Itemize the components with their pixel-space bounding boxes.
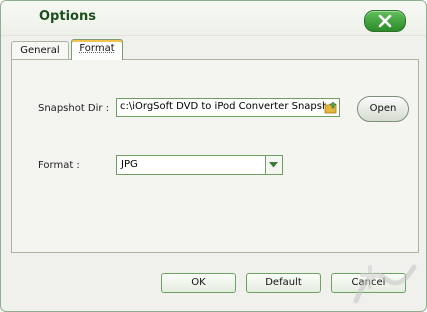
close-icon: [378, 14, 392, 28]
close-button[interactable]: [364, 10, 406, 32]
snapshot-dir-input[interactable]: c:\iOrgSoft DVD to iPod Converter Snapsh…: [116, 98, 340, 117]
tab-format-label: Format: [79, 43, 115, 54]
open-button[interactable]: Open: [357, 96, 409, 122]
tab-general-label: General: [20, 45, 60, 56]
title-bar[interactable]: Options: [1, 1, 426, 36]
format-dropdown-button[interactable]: [265, 156, 282, 174]
tab-format[interactable]: Format: [71, 39, 123, 60]
dialog-title: Options: [39, 9, 96, 24]
default-button[interactable]: Default: [246, 273, 321, 293]
format-selected-value: JPG: [121, 159, 138, 170]
snapshot-dir-label: Snapshot Dir :: [38, 103, 110, 114]
folder-icon[interactable]: [324, 101, 338, 115]
watermark-logo: [353, 264, 417, 304]
format-label: Format :: [38, 160, 80, 171]
tab-general[interactable]: General: [11, 41, 69, 59]
ok-button[interactable]: OK: [161, 273, 236, 293]
snapshot-dir-value: c:\iOrgSoft DVD to iPod Converter Snapsh…: [120, 101, 326, 112]
format-select[interactable]: JPG: [116, 155, 283, 175]
format-panel: Snapshot Dir : c:\iOrgSoft DVD to iPod C…: [11, 59, 419, 253]
chevron-down-icon: [269, 162, 278, 168]
options-dialog: Options General Format Snapshot Dir : c:…: [0, 0, 427, 312]
